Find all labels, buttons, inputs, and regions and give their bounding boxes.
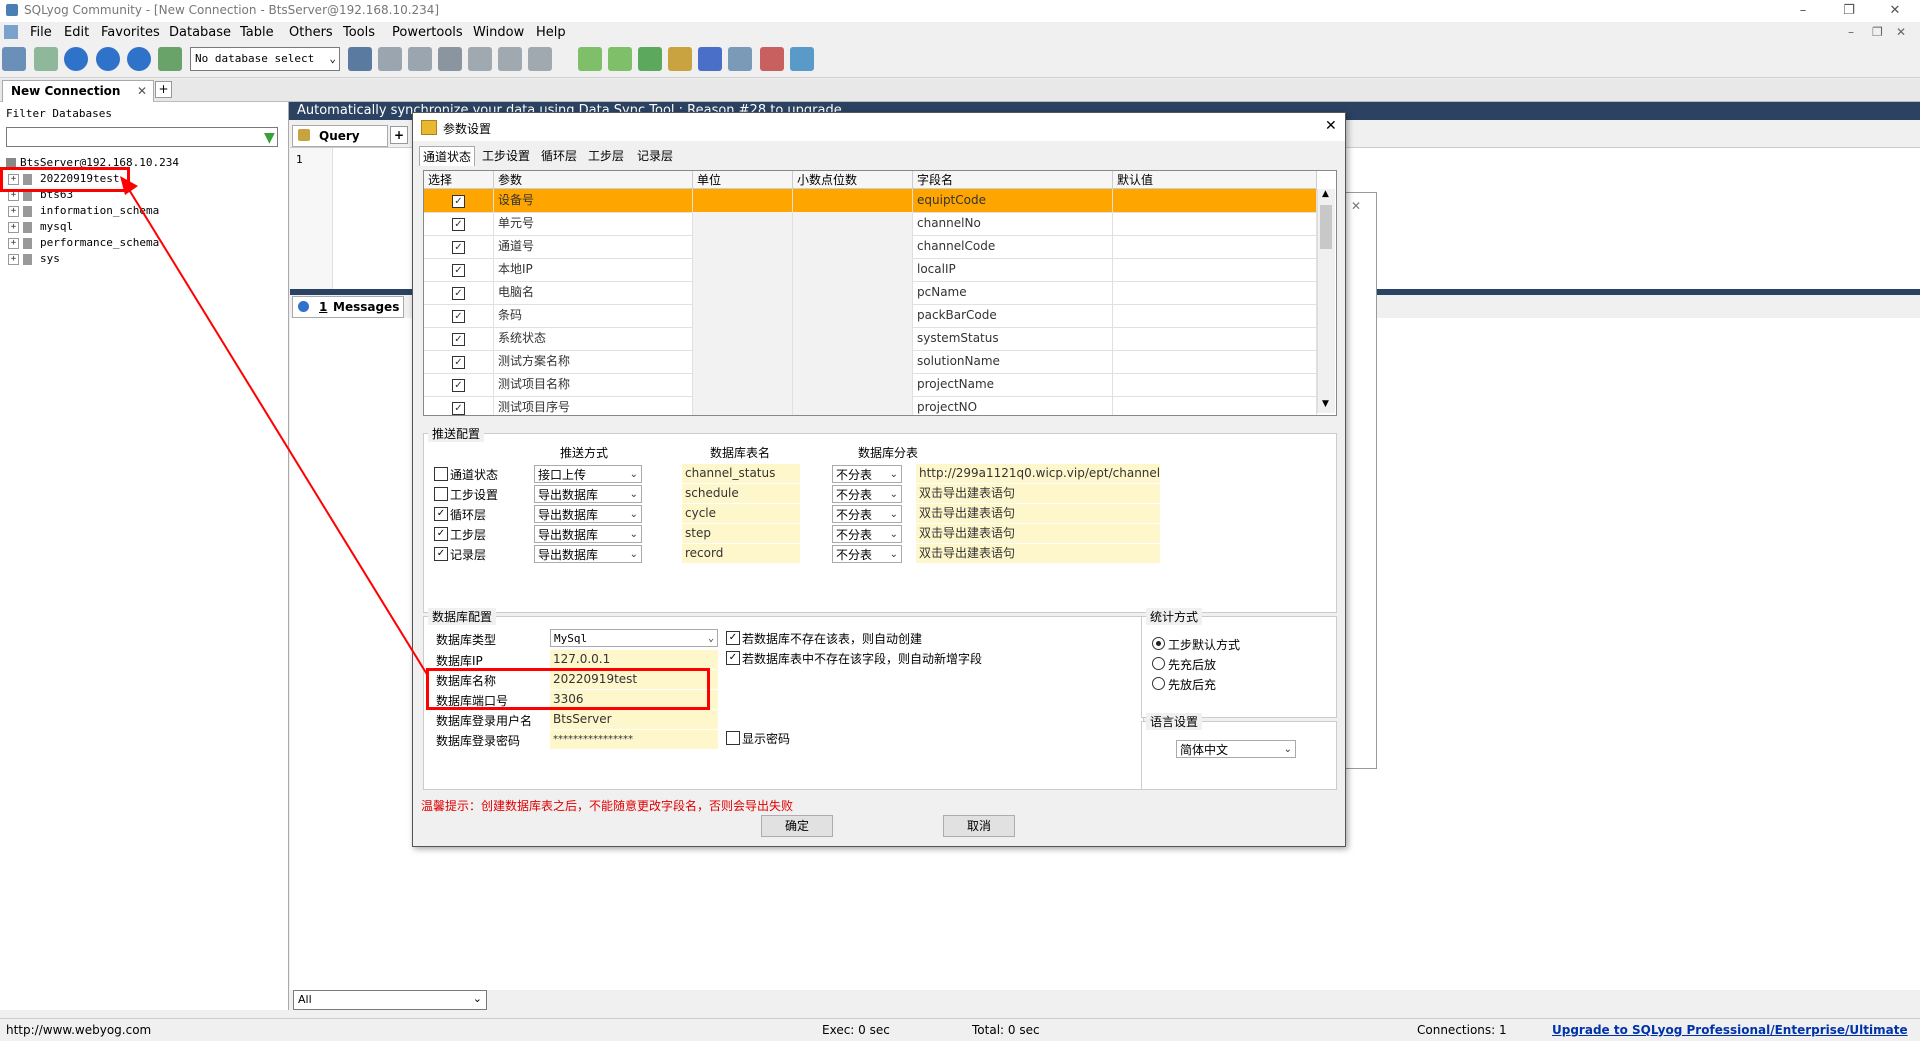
arrow-head bbox=[120, 176, 138, 195]
arrow-line bbox=[127, 187, 429, 677]
annotation-arrow bbox=[120, 176, 429, 677]
